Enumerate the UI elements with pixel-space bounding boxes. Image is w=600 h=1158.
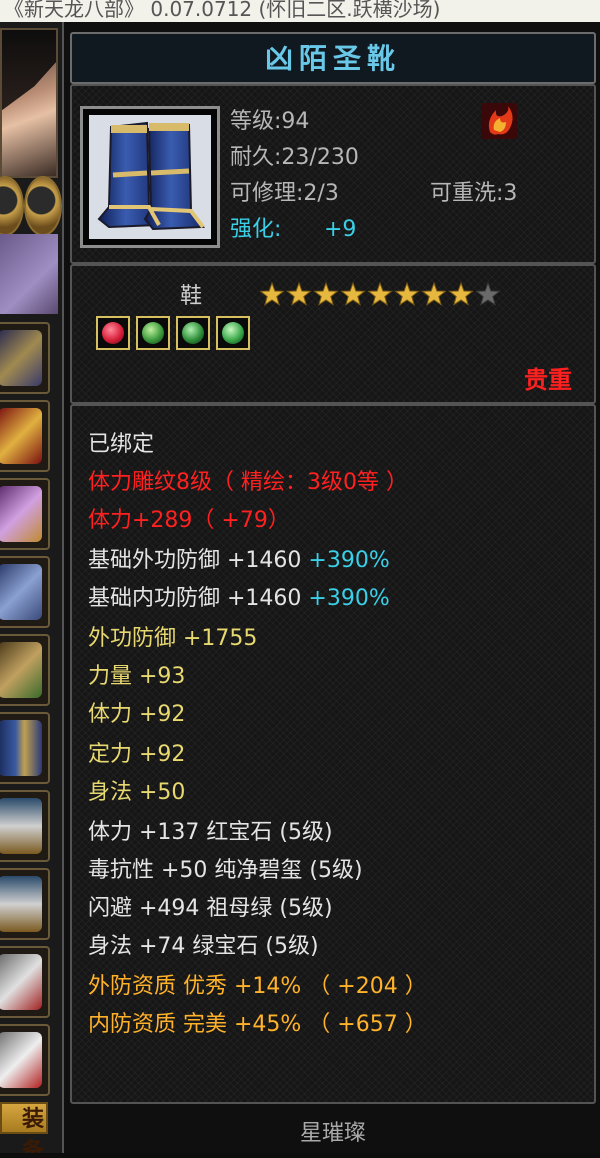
title-bar: 凶陌圣靴	[70, 32, 596, 84]
window-title: 《新天龙八部》 0.07.0712 (怀旧二区.跃横沙场)	[0, 0, 600, 22]
boots-icon	[89, 115, 211, 239]
attr-line: 定力 +92	[88, 742, 186, 767]
gem-attr-line: 毒抗性 +50 纯净碧玺 (5级)	[88, 858, 363, 883]
base-ext-def: 基础外功防御 +1460 +390%	[88, 542, 390, 580]
item-type: 鞋	[180, 284, 203, 309]
item-type-section: 鞋 贵重	[70, 264, 596, 404]
item-repairable: 可修理:2/3	[230, 181, 339, 206]
equip-slot-gloves[interactable]	[0, 556, 50, 628]
equip-slot-belt[interactable]	[0, 634, 50, 706]
enhance-label: 强化:	[230, 217, 282, 242]
bound-status: 已绑定	[88, 432, 155, 457]
item-level: 等级:94	[230, 109, 310, 134]
item-icon-frame[interactable]	[80, 106, 220, 248]
equip-slot-scroll[interactable]	[0, 400, 50, 472]
item-name: 凶陌圣靴	[264, 42, 401, 75]
equipment-tab[interactable]: 装备	[0, 1102, 48, 1153]
rarity-label: 贵重	[524, 366, 572, 394]
base-ext-def-bonus: +390%	[308, 548, 390, 573]
gem-socket-2[interactable]	[136, 316, 170, 350]
gem-attr-line: 闪避 +494 祖母绿 (5级)	[88, 896, 333, 921]
round-button-left[interactable]	[0, 176, 24, 236]
gem-attr-line: 体力 +137 红宝石 (5级)	[88, 820, 333, 845]
character-portrait[interactable]	[0, 28, 58, 178]
star-filled-icon	[421, 282, 447, 306]
item-rewashable: 可重洗:3	[430, 181, 518, 206]
gem-socket-1[interactable]	[96, 316, 130, 350]
equip-slot-ring-1[interactable]	[0, 790, 50, 862]
base-ext-def-label: 基础外功防御 +1460	[88, 548, 302, 573]
star-filled-icon	[260, 282, 285, 306]
base-int-def: 基础内功防御 +1460 +390%	[88, 580, 390, 618]
star-empty-icon	[475, 282, 501, 306]
star-filled-icon	[448, 282, 474, 306]
flame-icon	[481, 103, 517, 139]
equip-slot-boots[interactable]	[0, 712, 50, 784]
engrave-line: 体力雕纹8级（ 精绘：3级0等 ）	[88, 470, 408, 495]
star-filled-icon	[286, 282, 312, 306]
round-button-right[interactable]	[24, 176, 62, 236]
attr-line: 身法 +50	[88, 780, 186, 805]
set-name: 星璀璨	[299, 1121, 366, 1146]
star-filled-icon	[313, 282, 339, 306]
gem-socket-3[interactable]	[176, 316, 210, 350]
gem-attr-line: 身法 +74 绿宝石 (5级)	[88, 934, 319, 959]
equip-slot-ring-2[interactable]	[0, 868, 50, 940]
stamina-line: 体力+289（ +79）	[88, 508, 290, 533]
star-rating	[260, 282, 501, 306]
base-int-def-bonus: +390%	[308, 586, 390, 611]
equipment-sidebar: 装备	[0, 22, 64, 1153]
attr-line: 外功防御 +1755	[88, 626, 258, 651]
enhance-value: +9	[324, 217, 357, 242]
character-banner	[0, 234, 58, 314]
equip-slot-charm[interactable]	[0, 946, 50, 1018]
equip-slot-bracer[interactable]	[0, 478, 50, 550]
item-durability: 耐久:23/230	[230, 145, 359, 170]
gem-socket-4[interactable]	[216, 316, 250, 350]
item-info-section: 等级:94 耐久:23/230 可修理:2/3 可重洗:3 强化: +9	[70, 84, 596, 264]
star-filled-icon	[367, 282, 393, 306]
attr-line: 体力 +92	[88, 702, 186, 727]
equip-slot-necklace[interactable]	[0, 322, 50, 394]
base-int-def-label: 基础内功防御 +1460	[88, 586, 302, 611]
item-tooltip: 凶陌圣靴 等级:94 耐久:23/230 可修理:2/3 可重洗:3 强化: +…	[62, 22, 600, 1153]
star-filled-icon	[340, 282, 366, 306]
attributes-section: 已绑定 体力雕纹8级（ 精绘：3级0等 ） 体力+289（ +79） 基础外功防…	[70, 404, 596, 1104]
quality-line: 外防资质 优秀 +14% （ +204 ）	[88, 974, 427, 999]
attr-line: 力量 +93	[88, 664, 186, 689]
quality-line: 内防资质 完美 +45% （ +657 ）	[88, 1012, 427, 1037]
star-filled-icon	[394, 282, 420, 306]
equip-slot-amulet[interactable]	[0, 1024, 50, 1096]
